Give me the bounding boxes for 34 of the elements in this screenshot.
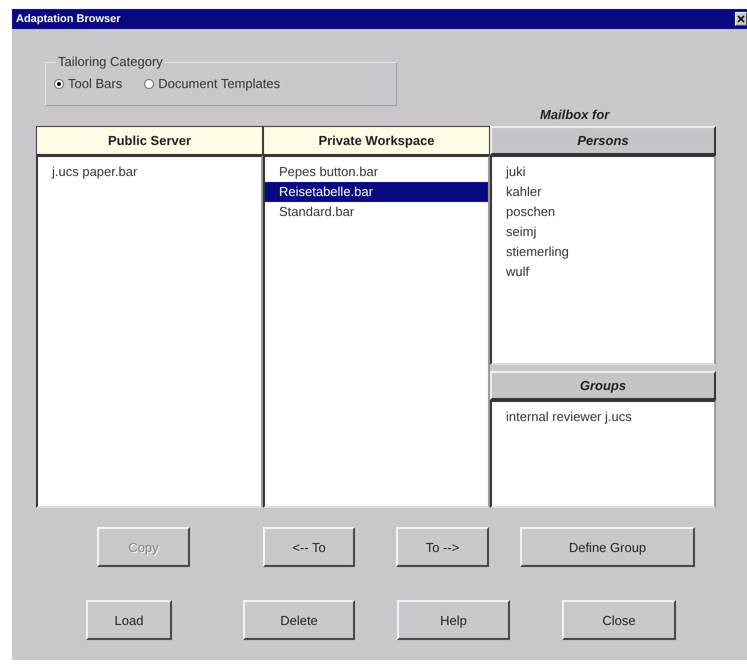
list-item[interactable]: seimj [492, 222, 714, 242]
button[interactable]: Help [397, 600, 510, 640]
list-item[interactable]: internal reviewer j.ucs [492, 407, 714, 427]
button[interactable]: Delete [243, 600, 355, 640]
radio-label: Document Templates [158, 76, 280, 91]
button[interactable]: Define Group [520, 527, 695, 567]
radio-button[interactable] [54, 78, 64, 88]
list-box[interactable]: internal reviewer j.ucs [490, 400, 716, 508]
list-item[interactable]: wulf [492, 262, 714, 282]
list-item[interactable]: poschen [492, 202, 714, 222]
column-header: Persons [490, 126, 716, 155]
window-title: Adaptation Browser [15, 13, 121, 25]
list-item[interactable]: stiemerling [492, 242, 714, 262]
mailbox-label: Mailbox for [540, 107, 610, 122]
column-header: Public Server [36, 126, 263, 155]
column-header: Private Workspace [263, 126, 490, 155]
button[interactable]: Close [562, 600, 676, 640]
list-box[interactable]: Pepes button.bar Reisetabelle.bar Standard.bar [263, 155, 490, 508]
close-icon[interactable] [735, 12, 747, 26]
list-item[interactable]: kahler [492, 182, 714, 202]
group-label: Tailoring Category [56, 54, 165, 69]
list-item[interactable]: Reisetabelle.bar [265, 182, 488, 202]
list-item[interactable]: Standard.bar [265, 202, 488, 222]
list-item[interactable]: j.ucs paper.bar [38, 162, 261, 182]
list-box[interactable]: juki kahler poschen seimj stiemerling wulf [490, 155, 716, 365]
button[interactable]: <-- To [263, 527, 355, 567]
radio-label: Tool Bars [68, 76, 122, 91]
list-box[interactable]: j.ucs paper.bar [36, 155, 263, 508]
button[interactable]: Load [86, 600, 172, 640]
list-item[interactable]: juki [492, 162, 714, 182]
column-header: Groups [490, 371, 716, 400]
button[interactable]: To --> [396, 527, 489, 567]
radio-button[interactable] [144, 78, 154, 88]
list-item[interactable]: Pepes button.bar [265, 162, 488, 182]
